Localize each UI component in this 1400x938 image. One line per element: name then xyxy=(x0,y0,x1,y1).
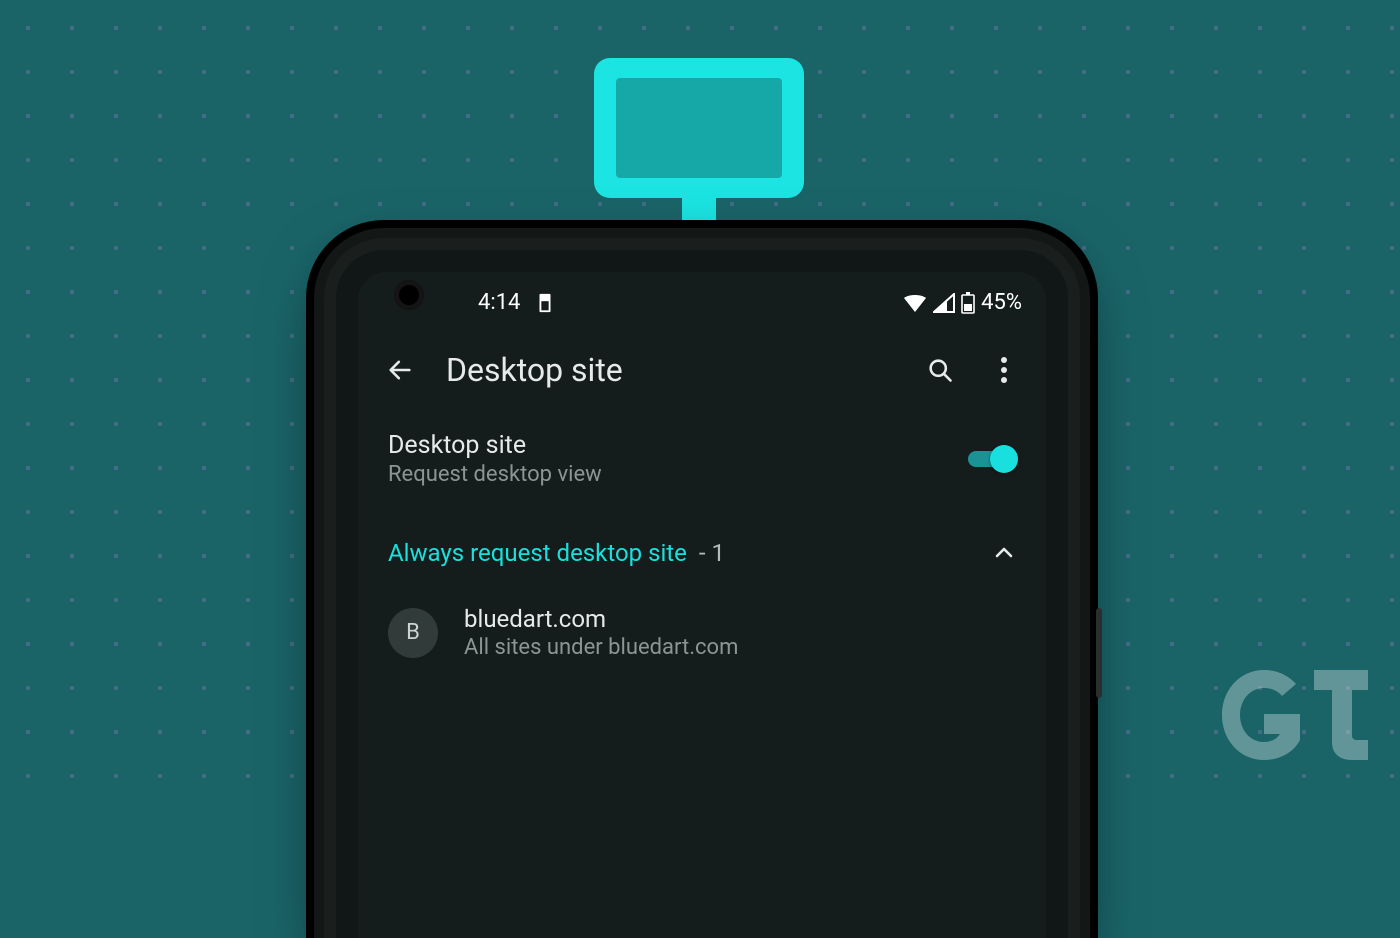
always-request-section[interactable]: Always request desktop site - 1 xyxy=(358,509,1046,587)
toggle-thumb xyxy=(990,445,1018,473)
page-title: Desktop site xyxy=(446,351,894,389)
site-subtitle: All sites under bluedart.com xyxy=(464,635,1016,660)
arrow-left-icon xyxy=(386,356,414,384)
gt-watermark-icon xyxy=(1214,660,1374,770)
site-avatar-letter: B xyxy=(406,620,420,645)
battery-icon xyxy=(961,292,975,314)
desktop-site-toggle[interactable] xyxy=(966,445,1016,473)
phone-side-button xyxy=(1096,608,1102,698)
phone-frame: 4:14 xyxy=(324,238,1080,938)
chevron-up-icon xyxy=(992,541,1016,565)
search-icon xyxy=(926,356,954,384)
phone-bezel: 4:14 xyxy=(336,250,1068,938)
status-bar: 4:14 xyxy=(358,272,1046,323)
section-label: Always request desktop site xyxy=(388,539,687,567)
overflow-menu-button[interactable] xyxy=(986,352,1022,388)
more-vert-icon xyxy=(1000,356,1008,384)
camera-punch-hole xyxy=(394,280,424,310)
wifi-icon xyxy=(903,293,927,313)
back-button[interactable] xyxy=(382,352,418,388)
status-battery-percent: 45% xyxy=(981,290,1022,315)
app-bar: Desktop site xyxy=(358,323,1046,409)
site-list-item[interactable]: B bluedart.com All sites under bluedart.… xyxy=(358,587,1046,678)
cell-signal-icon xyxy=(933,293,955,313)
section-count: - 1 xyxy=(699,539,725,567)
site-avatar: B xyxy=(388,608,438,658)
sim-card-icon xyxy=(534,292,556,314)
monitor-icon xyxy=(594,58,804,244)
site-title: bluedart.com xyxy=(464,605,1016,633)
search-button[interactable] xyxy=(922,352,958,388)
phone-screen: 4:14 xyxy=(358,272,1046,938)
status-time: 4:14 xyxy=(478,290,520,315)
setting-subtitle: Request desktop view xyxy=(388,462,946,487)
setting-title: Desktop site xyxy=(388,431,946,460)
desktop-site-toggle-row[interactable]: Desktop site Request desktop view xyxy=(358,409,1046,509)
